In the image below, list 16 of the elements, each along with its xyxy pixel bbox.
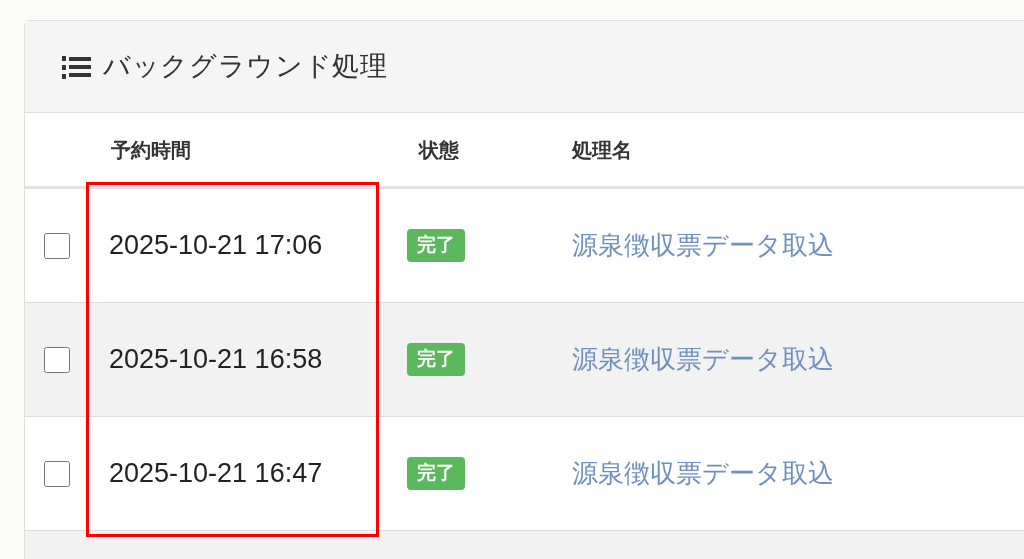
row-checkbox[interactable] [43,232,70,259]
column-header: 状態 [419,138,459,161]
row-checkbox[interactable] [43,460,70,487]
scheduled-time: 2025-10-21 16:47 [109,458,323,489]
process-name-link[interactable]: 源泉徴収票データ取込 [572,230,834,260]
column-header: 処理名 [572,138,632,161]
status-badge: 完了 [407,229,465,262]
process-name-link[interactable]: 源泉徴収票データ取込 [572,344,834,374]
scheduled-time: 2025-10-21 16:58 [109,344,323,375]
process-name-link[interactable]: 源泉徴収票データ取込 [572,458,834,488]
status-badge: 完了 [407,343,465,376]
panel-title: バックグラウンド処理 [103,50,388,84]
scheduled-time: 2025-10-21 17:06 [109,230,323,261]
row-checkbox[interactable] [43,346,70,373]
column-header: 予約時間 [111,138,191,161]
status-badge: 完了 [407,457,465,490]
